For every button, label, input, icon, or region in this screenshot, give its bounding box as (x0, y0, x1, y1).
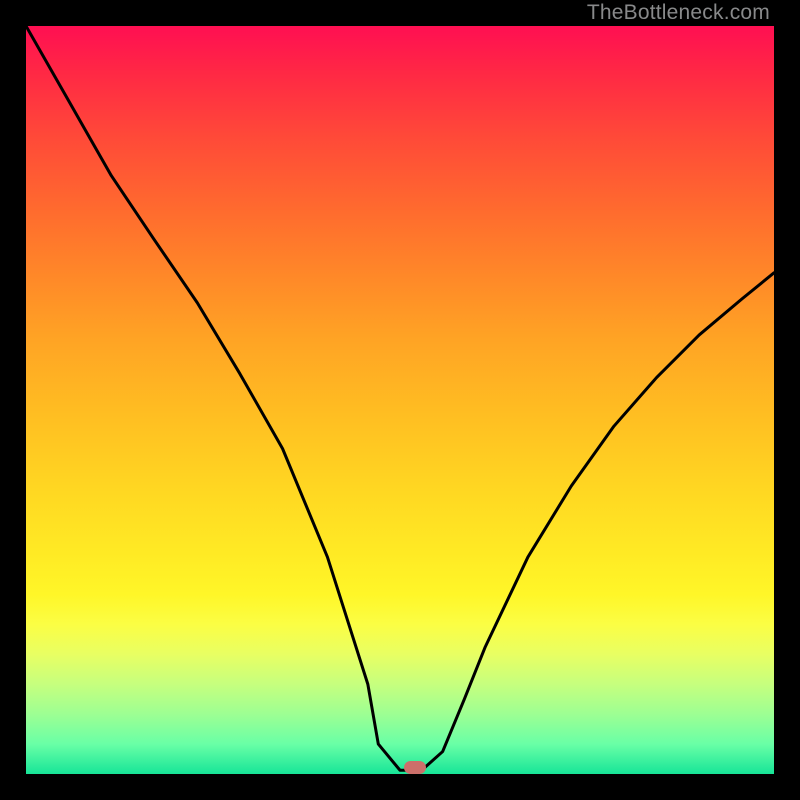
curve-svg (26, 26, 774, 774)
watermark-text: TheBottleneck.com (587, 1, 770, 25)
plot-area (26, 26, 774, 774)
bottleneck-curve-path (26, 26, 774, 770)
minimum-marker (404, 761, 426, 774)
chart-container: TheBottleneck.com (0, 0, 800, 800)
